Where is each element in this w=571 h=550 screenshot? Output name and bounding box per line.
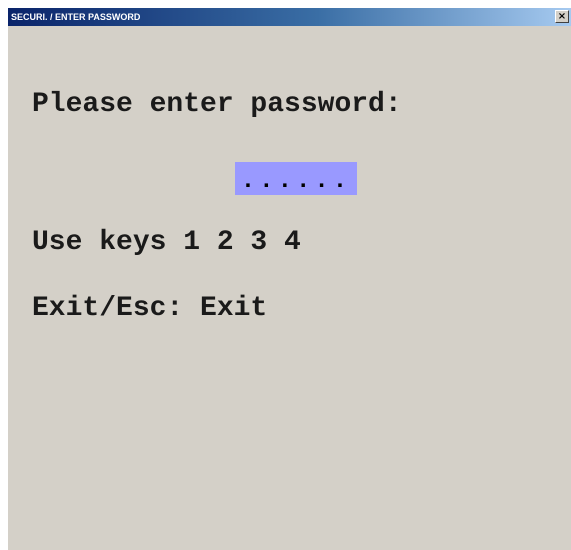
close-icon[interactable]: ×	[555, 10, 569, 23]
dialog-content: Please enter password: ...... Use keys 1…	[8, 26, 571, 550]
password-input[interactable]: ......	[235, 162, 357, 195]
exit-hint: Exit/Esc: Exit	[32, 293, 268, 324]
password-dialog: SECURI. / ENTER PASSWORD × Please enter …	[8, 8, 571, 550]
title-bar[interactable]: SECURI. / ENTER PASSWORD ×	[8, 8, 571, 26]
password-prompt: Please enter password:	[32, 89, 402, 120]
window-title: SECURI. / ENTER PASSWORD	[11, 12, 141, 22]
keys-hint: Use keys 1 2 3 4	[32, 227, 301, 258]
